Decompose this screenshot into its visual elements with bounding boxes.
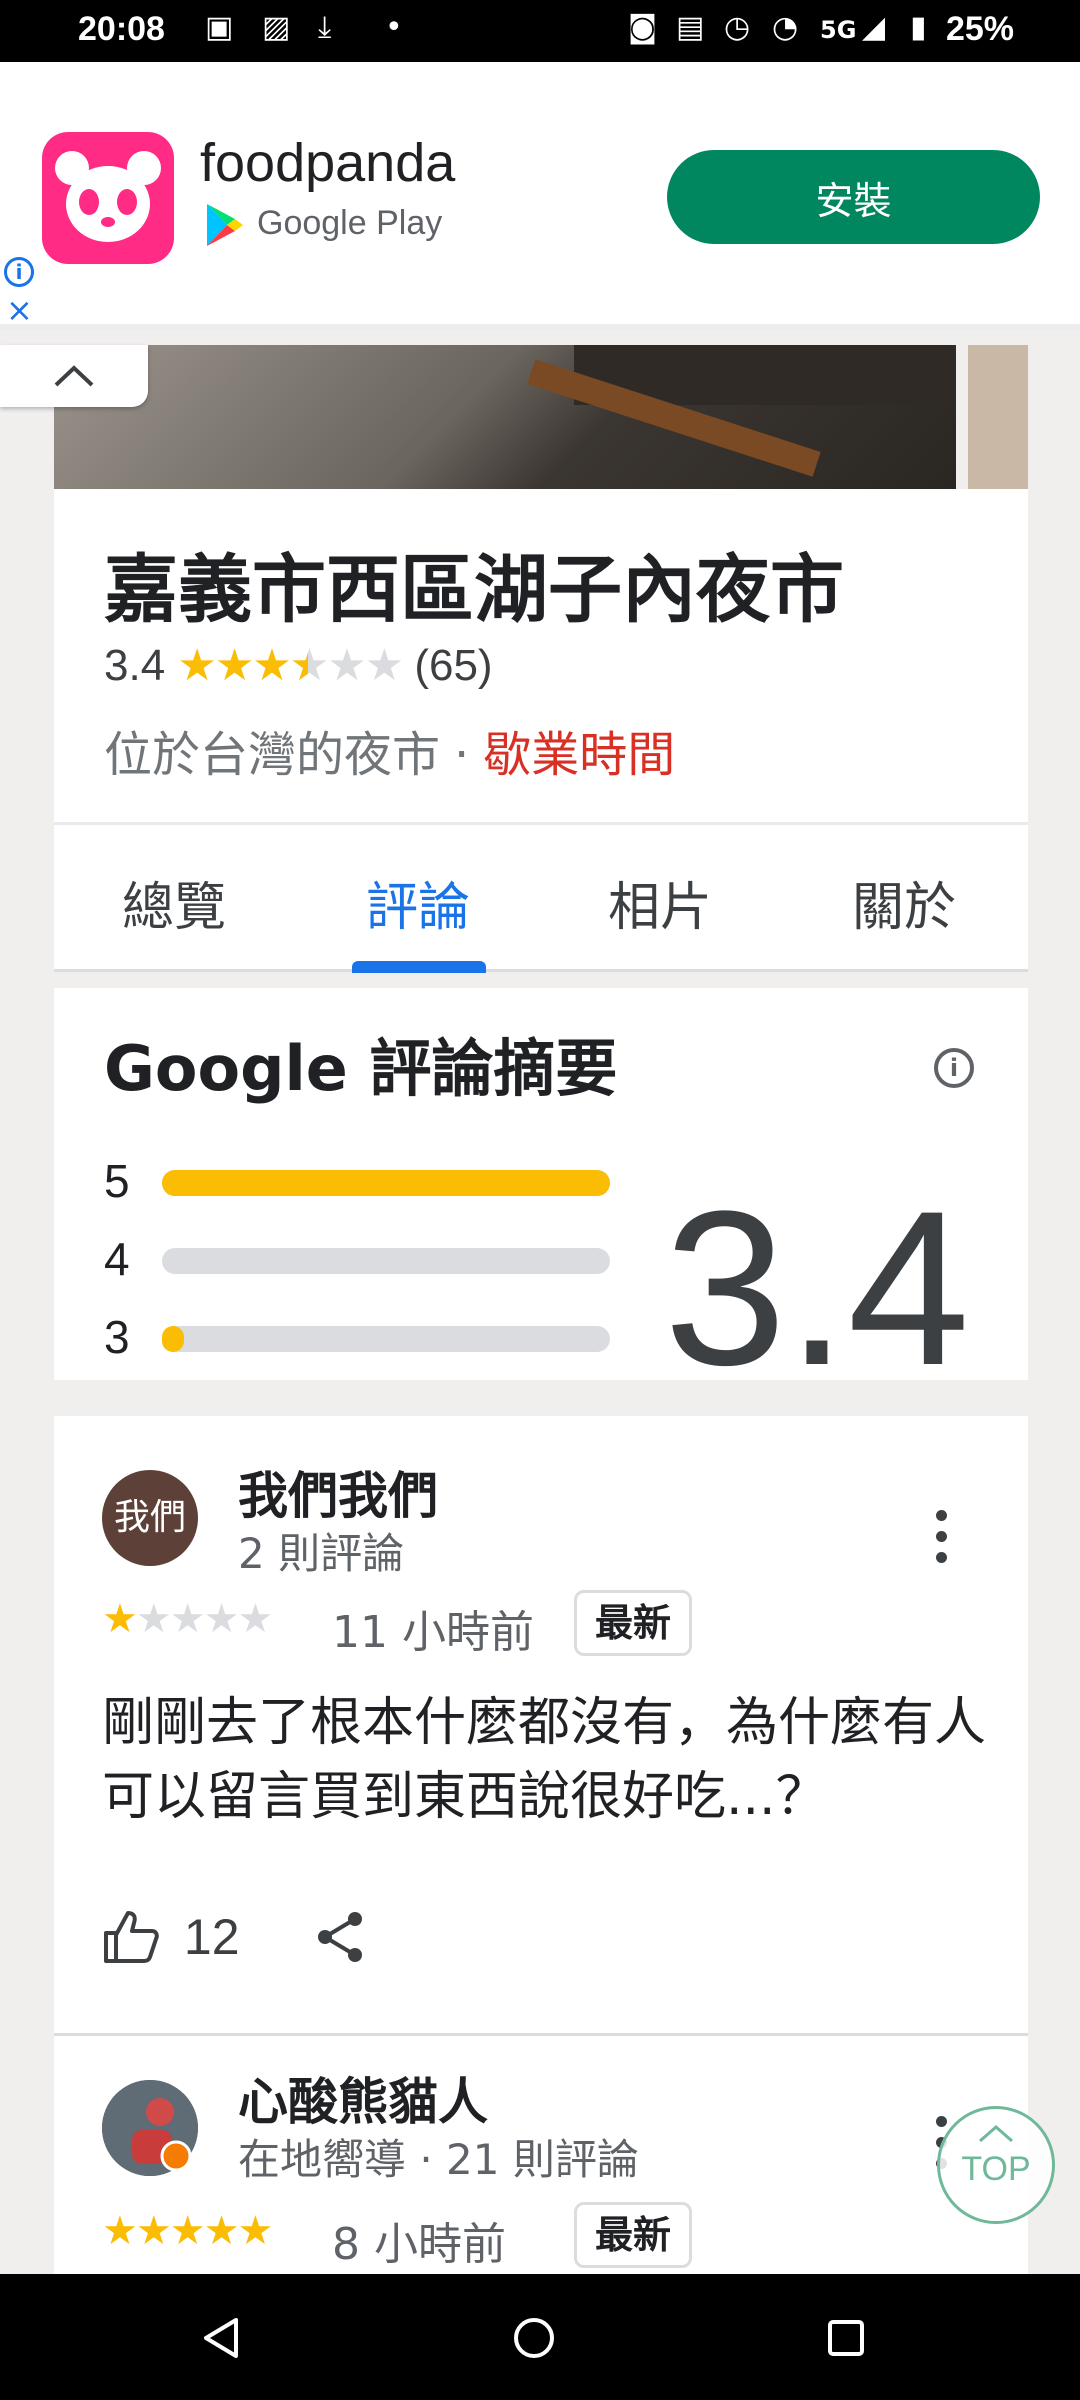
dot-icon: • <box>385 10 403 45</box>
ad-divider <box>0 324 1080 330</box>
review-actions: 12 <box>102 1904 369 1966</box>
ad-close-icon[interactable]: × <box>6 294 33 326</box>
alarm-icon: ◷ <box>724 10 751 45</box>
camera-icon: ◙ <box>628 10 658 45</box>
ad-store-label: Google Play <box>205 202 442 248</box>
info-icon[interactable]: i <box>934 1048 974 1088</box>
foodpanda-logo-icon[interactable] <box>42 132 174 264</box>
tab-overview[interactable]: 總覽 <box>122 865 226 940</box>
tab-reviews[interactable]: 評論 <box>366 865 470 940</box>
review-stars: ★★★★★ <box>102 1596 273 1642</box>
reviewer-name[interactable]: 我們我們 <box>238 1456 438 1528</box>
review-card: 我們 我們我們 2 則評論 ★★★★★ 11 小時前 最新 剛剛去了根本什麼都沒… <box>54 1416 1028 2036</box>
collapse-ad-button[interactable] <box>0 345 148 407</box>
review-summary: Google 評論摘要 i 5 4 3 3.4 <box>54 988 1028 1380</box>
reviewer-name[interactable]: 心酸熊貓人 <box>238 2062 488 2134</box>
notification-icon: ▣ <box>205 10 234 45</box>
separator-dot: · <box>454 727 470 783</box>
rating-bar-track <box>162 1326 610 1352</box>
rating-bar-fill <box>162 1170 610 1196</box>
like-count: 12 <box>183 1908 240 1965</box>
reviewer-meta: 2 則評論 <box>238 1529 405 1578</box>
share-icon[interactable] <box>313 1909 369 1965</box>
active-tab-indicator <box>352 961 486 973</box>
place-subtitle: 位於台灣的夜市 · 歇業時間 <box>104 715 675 785</box>
status-time: 20:08 <box>78 10 165 48</box>
place-category: 位於台灣的夜市 <box>104 727 441 783</box>
place-rating: 3.4 <box>104 641 166 690</box>
average-score: 3.4 <box>664 1165 970 1380</box>
place-title: 嘉義市西區湖子內夜市 <box>104 547 844 633</box>
chevron-up-icon <box>979 2125 1013 2143</box>
place-review-count: (65) <box>414 641 493 690</box>
place-photo[interactable] <box>54 345 956 489</box>
rating-bar-track <box>162 1170 610 1196</box>
review-time: 11 小時前 <box>332 1607 534 1658</box>
home-icon[interactable] <box>512 2316 556 2360</box>
place-rating-line[interactable]: 3.4 ★★★★★★★ (65) <box>104 640 493 691</box>
image-icon: ▨ <box>262 10 291 45</box>
ad-app-name: foodpanda <box>200 133 456 193</box>
recents-icon[interactable] <box>826 2318 866 2358</box>
newest-badge: 最新 <box>574 1590 693 1656</box>
google-play-icon <box>207 204 243 246</box>
chevron-up-icon <box>54 365 94 387</box>
review-stars: ★★★★★ <box>102 2208 273 2254</box>
tab-about[interactable]: 關於 <box>852 865 956 940</box>
rating-bar-label: 3 <box>104 1311 130 1363</box>
place-tabs: 總覽 評論 相片 關於 <box>54 822 1028 973</box>
download-icon: ⤓ <box>318 10 332 45</box>
place-stars: ★★★★★★★ <box>177 641 404 690</box>
tab-photos[interactable]: 相片 <box>608 865 712 940</box>
rating-bar-track <box>162 1248 610 1274</box>
navigation-bar <box>0 2274 1080 2400</box>
ad-info-icon[interactable]: i <box>4 257 34 287</box>
volte-icon: ◔ <box>772 10 799 45</box>
auto-icon: ▤ <box>676 10 705 45</box>
scroll-top-button[interactable]: TOP <box>937 2106 1055 2224</box>
rating-bar-label: 4 <box>104 1233 130 1285</box>
place-hours[interactable]: 歇業時間 <box>483 727 675 783</box>
place-header: 嘉義市西區湖子內夜市 3.4 ★★★★★★★ (65) 位於台灣的夜市·歇業時間 <box>54 489 1028 822</box>
signal-icon: ◢ <box>862 10 886 45</box>
review-time: 8 小時前 <box>332 2219 506 2270</box>
scroll-top-label: TOP <box>961 2150 1031 2188</box>
ad-banner[interactable]: foodpanda Google Play 安裝 i × <box>0 62 1080 330</box>
thumbs-up-icon[interactable] <box>102 1909 160 1965</box>
reviewer-avatar[interactable]: 我們 <box>102 1470 198 1566</box>
back-icon[interactable] <box>200 2316 242 2360</box>
status-bar: 20:08 ▣ ▨ ⤓ • ◙ ▤ ◷ ◔ 5G ◢ ▮ 25% <box>0 0 1080 62</box>
reviewer-meta: 在地嚮導 · 21 則評論 <box>238 2135 639 2184</box>
place-photo-next[interactable] <box>968 345 1028 489</box>
rating-bar-label: 5 <box>104 1155 130 1207</box>
install-button[interactable]: 安裝 <box>667 150 1040 244</box>
newest-badge: 最新 <box>574 2202 693 2268</box>
reviewer-avatar[interactable] <box>102 2080 198 2176</box>
rating-bar-fill <box>162 1326 185 1352</box>
summary-title: Google 評論摘要 <box>104 1032 618 1105</box>
ad-store-name: Google Play <box>257 203 443 242</box>
review-text[interactable]: 剛剛去了根本什麼都沒有，為什麼有人可以留言買到東西說很好吃...？ <box>102 1686 1002 1834</box>
more-options-icon[interactable] <box>936 1510 948 1573</box>
network-label: 5G <box>820 16 857 44</box>
review-card: 心酸熊貓人 在地嚮導 · 21 則評論 ★★★★★ 8 小時前 最新 <box>54 2036 1028 2274</box>
battery-level: 25% <box>945 10 1014 48</box>
battery-icon: ▮ <box>910 10 927 45</box>
